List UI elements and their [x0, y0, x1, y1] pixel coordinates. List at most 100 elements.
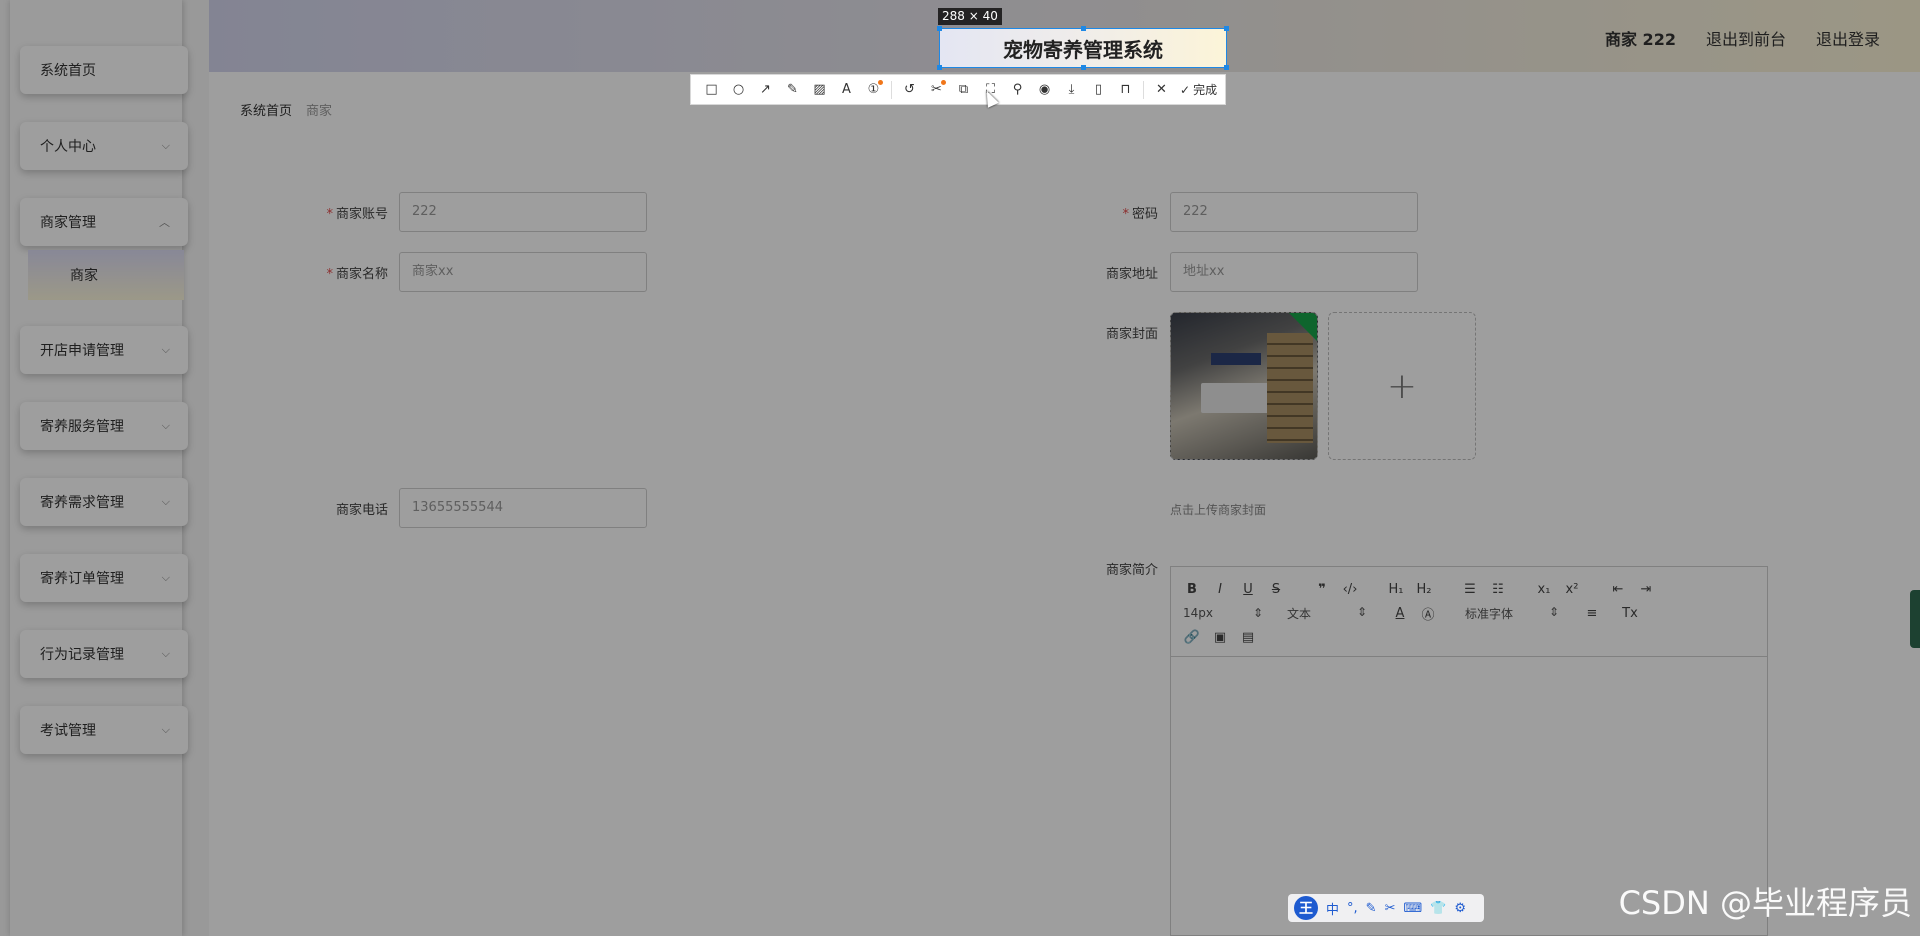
handwriting-icon[interactable]: ✎: [1366, 901, 1377, 916]
italic-icon[interactable]: I: [1211, 582, 1229, 597]
sidebar-item-shop-application[interactable]: 开店申请管理 ⌵: [20, 326, 188, 374]
cover-image-shelf: [1267, 333, 1313, 443]
undo-icon[interactable]: ↺: [897, 78, 922, 102]
selection-size-badge: 288 × 40: [938, 8, 1002, 25]
sidebar-item-label: 个人中心: [40, 139, 96, 155]
link-icon[interactable]: 🔗: [1183, 630, 1201, 645]
resize-handle[interactable]: [937, 26, 942, 31]
text-icon[interactable]: A: [834, 78, 859, 102]
mosaic-icon[interactable]: ▨: [807, 78, 832, 102]
sidebar-item-label: 系统首页: [40, 63, 96, 79]
sidebar-item-label: 寄养订单管理: [40, 571, 124, 587]
account-input[interactable]: 222: [399, 192, 647, 232]
sidebar-item-label: 开店申请管理: [40, 343, 124, 359]
address-label: 商家地址: [1105, 267, 1158, 282]
scissors-icon[interactable]: ✂: [1385, 901, 1396, 916]
underline-icon[interactable]: U: [1239, 582, 1257, 597]
strike-icon[interactable]: S: [1267, 582, 1285, 597]
name-input[interactable]: 商家xx: [399, 252, 647, 292]
heading-2-icon[interactable]: H₂: [1415, 582, 1433, 597]
block-type-select[interactable]: 文本 ⇕: [1287, 605, 1367, 622]
image-icon[interactable]: ▣: [1211, 630, 1229, 645]
chevron-down-icon: ⌵: [161, 495, 170, 508]
done-button[interactable]: ✓ 完成: [1180, 81, 1217, 98]
chevron-down-icon: ⌵: [161, 419, 170, 432]
resize-handle[interactable]: [1081, 65, 1086, 70]
chevron-down-icon: ⌵: [161, 343, 170, 356]
sidebar: 系统首页 个人中心 ⌵ 商家管理 ︿ 商家 开店申请管理 ⌵ 寄养服务管理 ⌵ …: [0, 0, 209, 936]
sidebar-item-home[interactable]: 系统首页: [20, 46, 188, 94]
sidebar-item-boarding-order[interactable]: 寄养订单管理 ⌵: [20, 554, 188, 602]
ime-toolbar: 王 中 °, ✎ ✂ ⌨ 👕 ⚙: [1288, 894, 1484, 922]
indent-icon[interactable]: ⇥: [1637, 582, 1655, 597]
video-icon[interactable]: ▤: [1239, 630, 1257, 645]
side-widget-tab[interactable]: [1910, 590, 1920, 648]
ime-logo[interactable]: 王: [1294, 896, 1318, 920]
close-icon[interactable]: ✕: [1149, 78, 1174, 102]
record-icon[interactable]: ◉: [1032, 78, 1057, 102]
download-icon[interactable]: ⤓: [1059, 78, 1084, 102]
breadcrumb-home[interactable]: 系统首页: [240, 100, 292, 119]
sidebar-subitem-merchant[interactable]: 商家: [28, 250, 184, 300]
align-icon[interactable]: ≡: [1583, 606, 1601, 621]
punctuation-icon[interactable]: °,: [1347, 901, 1358, 916]
upload-cover-button[interactable]: +: [1328, 312, 1476, 460]
gear-icon[interactable]: ⚙: [1454, 901, 1466, 916]
arrow-icon[interactable]: ↗: [753, 78, 778, 102]
quote-icon[interactable]: ❞: [1313, 582, 1331, 597]
code-icon[interactable]: ‹/›: [1341, 582, 1359, 597]
sidebar-item-boarding-service[interactable]: 寄养服务管理 ⌵: [20, 402, 188, 450]
ordered-list-icon[interactable]: ☰: [1461, 582, 1479, 597]
capture-selection[interactable]: 宠物寄养管理系统: [937, 26, 1229, 70]
app-title: 宠物寄养管理系统: [1003, 37, 1163, 62]
bookmark-icon[interactable]: ⊓: [1113, 78, 1138, 102]
cover-image-sign: [1211, 353, 1261, 365]
sidebar-item-boarding-demand[interactable]: 寄养需求管理 ⌵: [20, 478, 188, 526]
resize-handle[interactable]: [937, 65, 942, 70]
resize-handle[interactable]: [1081, 26, 1086, 31]
rectangle-icon[interactable]: □: [699, 78, 724, 102]
select-arrows-icon: ⇕: [1356, 604, 1367, 619]
skin-icon[interactable]: 👕: [1430, 901, 1446, 916]
done-label: 完成: [1193, 83, 1218, 97]
superscript-icon[interactable]: x²: [1563, 582, 1581, 597]
logout-link[interactable]: 退出登录: [1816, 26, 1880, 50]
font-size-select[interactable]: 14px ⇕: [1183, 606, 1263, 620]
resize-handle[interactable]: [1224, 65, 1229, 70]
clear-format-icon[interactable]: Tx: [1621, 606, 1639, 621]
resize-handle[interactable]: [1224, 26, 1229, 31]
font-color-icon[interactable]: A: [1391, 606, 1409, 621]
translate-icon[interactable]: ⧉: [951, 78, 976, 102]
password-input[interactable]: 222: [1170, 192, 1418, 232]
pencil-icon[interactable]: ✎: [780, 78, 805, 102]
sidebar-item-merchant-management[interactable]: 商家管理 ︿: [20, 198, 188, 246]
sidebar-item-behavior-record[interactable]: 行为记录管理 ⌵: [20, 630, 188, 678]
plus-icon: +: [1386, 365, 1418, 407]
ellipse-icon[interactable]: ○: [726, 78, 751, 102]
bold-icon[interactable]: B: [1183, 582, 1201, 597]
chevron-down-icon: ⌵: [161, 723, 170, 736]
sidebar-item-personal-center[interactable]: 个人中心 ⌵: [20, 122, 188, 170]
keyboard-icon[interactable]: ⌨: [1403, 901, 1422, 916]
background-color-icon[interactable]: Ⓐ: [1419, 604, 1437, 623]
sidebar-item-label: 寄养需求管理: [40, 495, 124, 511]
header-links: 商家 222 退出到前台 退出登录: [1605, 26, 1880, 50]
block-type-value: 文本: [1287, 606, 1312, 621]
sidebar-item-exam[interactable]: 考试管理 ⌵: [20, 706, 188, 754]
phone-icon[interactable]: ▯: [1086, 78, 1111, 102]
pin-icon[interactable]: ⚲: [1005, 78, 1030, 102]
cover-image[interactable]: [1170, 312, 1318, 460]
font-family-select[interactable]: 标准字体 ⇕: [1465, 605, 1559, 622]
phone-input[interactable]: 13655555544: [399, 488, 647, 528]
subscript-icon[interactable]: x₁: [1535, 582, 1553, 597]
exit-to-front-link[interactable]: 退出到前台: [1706, 26, 1786, 50]
address-input[interactable]: 地址xx: [1170, 252, 1418, 292]
outdent-icon[interactable]: ⇤: [1609, 582, 1627, 597]
ime-mode-label[interactable]: 中: [1326, 899, 1339, 918]
bullet-list-icon[interactable]: ☷: [1489, 582, 1507, 597]
font-family-value: 标准字体: [1465, 606, 1514, 621]
number-marker-icon[interactable]: ①: [861, 78, 886, 102]
heading-1-icon[interactable]: H₁: [1387, 582, 1405, 597]
sidebar-item-label: 考试管理: [40, 723, 96, 739]
scissors-icon[interactable]: ✂: [924, 78, 949, 102]
